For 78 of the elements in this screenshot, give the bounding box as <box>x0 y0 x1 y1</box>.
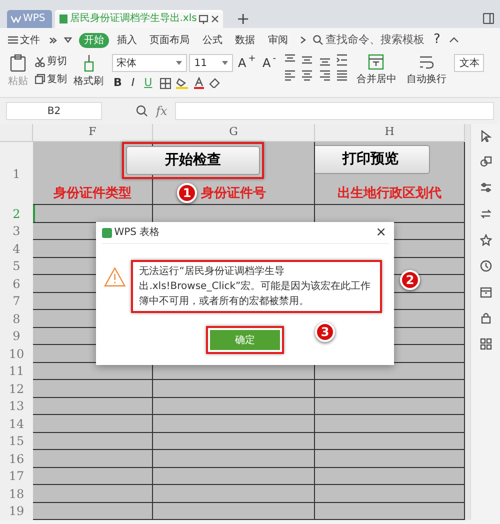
indent-icon[interactable] <box>336 54 348 66</box>
paintbrush-icon <box>82 54 94 72</box>
start-check-button[interactable]: 开始检查 <box>126 146 260 175</box>
collapse-icon[interactable] <box>449 37 460 43</box>
zoom-icon[interactable] <box>136 105 148 117</box>
font-color-icon[interactable] <box>194 77 204 89</box>
close-icon[interactable] <box>210 14 219 22</box>
name-box[interactable]: B2 <box>6 102 102 120</box>
monitor-icon <box>198 14 208 24</box>
column-header[interactable]: G <box>153 124 315 142</box>
column-label: 身份证件号 <box>201 184 266 202</box>
column-header[interactable]: F <box>33 124 153 142</box>
menu-tab[interactable]: 公式 <box>197 32 228 48</box>
cursor-icon[interactable] <box>480 130 492 142</box>
menu-icon <box>8 36 18 44</box>
merge-center-button[interactable]: 合并居中 <box>354 54 398 87</box>
align-middle-icon[interactable] <box>301 54 314 66</box>
copy-button[interactable]: 复制 <box>32 72 69 87</box>
cut-button[interactable]: 剪切 <box>32 54 69 69</box>
font-size-field[interactable]: 11 <box>189 54 234 72</box>
menu-tab[interactable]: 审阅 <box>262 32 293 48</box>
file-menu[interactable]: 文件 <box>6 32 42 48</box>
merge-cells-icon <box>368 54 384 70</box>
help-button[interactable]: ? <box>432 30 442 50</box>
new-tab-button[interactable]: + <box>236 10 250 28</box>
format-painter-button[interactable]: 格式刷 <box>72 54 106 89</box>
fill-color-icon[interactable] <box>176 77 188 89</box>
caret-icon <box>176 61 182 65</box>
align-left-icon[interactable] <box>284 68 296 81</box>
print-preview-button[interactable]: 打印预览 <box>315 145 430 174</box>
dialog-title: WPS 表格 <box>114 226 160 240</box>
font-name-field[interactable]: 宋体 <box>112 54 186 72</box>
shrink-font-button[interactable]: A$^{-}$ <box>260 54 278 72</box>
spreadsheet-icon <box>58 14 68 24</box>
window-icon[interactable] <box>483 13 494 24</box>
menu-tab[interactable]: 开始 <box>79 32 109 48</box>
column-label: 身份证件类型 <box>54 184 132 202</box>
italic-button[interactable]: I <box>129 74 137 92</box>
number-format-field[interactable]: 文本 <box>454 54 484 72</box>
bold-button[interactable]: B <box>112 74 124 92</box>
column-label: 出生地行政区划代 <box>338 184 442 202</box>
chevron-right-icon[interactable] <box>300 36 306 44</box>
star-icon[interactable] <box>480 234 492 246</box>
wrap-text-icon <box>418 54 434 70</box>
fx-label: fx <box>156 103 168 120</box>
align-right-icon[interactable] <box>318 68 331 81</box>
formula-input[interactable] <box>175 102 494 120</box>
wps-sheet-logo-icon <box>102 228 112 238</box>
align-center-icon[interactable] <box>301 68 314 81</box>
shapes-icon[interactable] <box>480 156 492 168</box>
justify-icon[interactable] <box>336 68 348 81</box>
warning-icon <box>104 267 126 287</box>
clipboard-icon <box>10 54 26 72</box>
grow-font-button[interactable]: A$^{+}$ <box>236 54 258 72</box>
search-field[interactable]: 查找命令、搜索模板 <box>312 32 424 48</box>
dropdown-icon[interactable] <box>64 37 72 43</box>
menu-tab[interactable]: 插入 <box>112 32 142 48</box>
eraser-icon[interactable] <box>209 78 220 88</box>
warning-message: 无法运行“居民身份证调档学生导出.xls!Browse_Click”宏。可能是因为该宏在此工作簿中不可用，或者所有的宏都被禁用。 <box>139 264 372 309</box>
scissors-icon <box>34 56 45 66</box>
sliders-icon[interactable] <box>480 182 492 194</box>
copy-icon <box>34 74 45 84</box>
tab[interactable]: 居民身份证调档学生导出.xls <box>54 10 223 28</box>
wrap-text-button[interactable]: 自动换行 <box>404 54 448 87</box>
lock-icon[interactable] <box>480 312 492 324</box>
grid-icon[interactable] <box>480 338 492 350</box>
menu-tab[interactable]: 数据 <box>230 32 260 48</box>
swap-icon[interactable] <box>480 208 492 220</box>
column-header[interactable]: H <box>315 124 465 142</box>
archive-icon[interactable] <box>480 286 492 298</box>
search-icon <box>312 35 323 45</box>
more-icon[interactable] <box>49 36 57 44</box>
menu-tab[interactable]: 页面布局 <box>144 32 194 48</box>
caret-icon <box>222 61 228 65</box>
borders-icon[interactable] <box>160 78 171 88</box>
wps-logo-icon <box>11 15 21 23</box>
history-icon[interactable] <box>480 260 492 272</box>
close-button[interactable]: × <box>374 222 388 242</box>
